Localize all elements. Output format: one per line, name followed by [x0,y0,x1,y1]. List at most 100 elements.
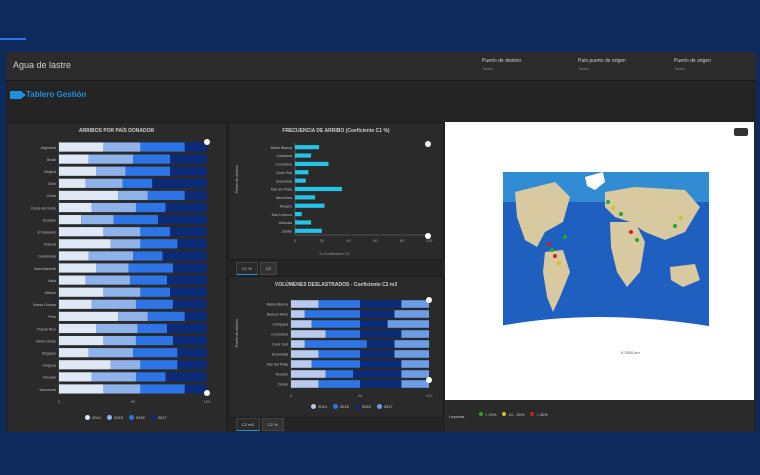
filter-label: País puerto de origen [578,58,626,64]
category-label: Rosario [280,204,292,208]
tab-c2-m3[interactable]: C2 m3 [236,418,260,431]
bar [360,310,395,318]
x-axis-title: % Coeficiente C1 [319,251,350,256]
range-handle-bottom[interactable] [204,390,210,396]
bar [291,300,319,308]
port-marker [679,216,683,220]
port-marker [606,200,610,204]
bar [304,310,360,318]
category-label: Ecuador [43,218,57,222]
category-label: El Salvador [38,231,57,235]
port-marker [550,248,554,252]
bar [128,263,173,273]
bar [59,323,96,334]
bar [59,311,119,321]
tick-label: 0 [294,238,297,243]
legend-item: 2016 [128,415,145,420]
filter-destination-port[interactable]: Puerto de destino Todos [482,58,521,71]
tab-c2[interactable]: C2 [259,262,277,275]
range-handle-top[interactable] [204,139,210,145]
world-map[interactable] [445,122,754,400]
tick-label: 100 [204,399,211,404]
bar [291,320,312,328]
top-banner [0,0,760,52]
bar [133,348,178,358]
bar [140,239,178,249]
filter-origin-country[interactable]: País puerto de origen Todos [578,58,626,71]
bar [59,384,104,394]
bar [295,228,322,233]
filter-value: Todos [674,66,685,71]
bar [291,350,319,358]
tab-c2-pct[interactable]: C2 % [261,418,284,431]
map-legend: Leyenda < 10% 10 - 30% > 30% [445,400,754,432]
bar [295,186,342,192]
category-label: Ensenada [276,179,292,183]
bar [140,287,170,297]
bar [360,320,388,328]
category-label: Brasil [47,158,56,162]
legend-item-high: > 30% [530,412,548,417]
category-label: Dock Sud [272,343,288,347]
category-label: México [45,291,56,295]
bar [318,350,360,358]
bar [401,330,429,338]
bar [88,348,133,358]
bar [133,154,170,164]
filter-origin-port[interactable]: Puerto de origen Todos [674,58,711,71]
port-marker [547,242,551,246]
category-label: Francia [44,243,56,247]
category-label: Italia [48,279,56,283]
range-handle-bottom[interactable] [426,377,432,383]
category-label: Zárate [282,229,292,233]
bar [295,220,312,225]
bar [147,190,185,201]
chart-arrival-frequency: Bahía Blanca Campana Comodoro Dock Sud Ensen… [271,143,433,243]
bar [88,154,133,164]
bar [401,300,429,308]
range-handle-bottom[interactable] [425,233,431,239]
bar [59,275,86,285]
legend-title: Leyenda [449,414,465,419]
bar [140,360,178,370]
legend-swatch [530,412,535,416]
bar [291,340,305,348]
bar [91,372,136,382]
bar [59,215,82,225]
legend-label: 2016 [135,415,145,420]
legend-label: < 10% [485,412,497,417]
bar [88,251,133,261]
app-window: Agua de lastre Puerto de destino Todos P… [6,52,756,434]
range-handle-top[interactable] [426,297,432,303]
category-label: Comodoro [271,333,288,337]
category-label: Puerto Rico [37,327,56,331]
category-label: Rosario [276,373,288,377]
port-marker [629,230,633,234]
legend-swatch [311,404,316,409]
legend-swatch [376,404,382,409]
bar [311,360,360,368]
category-label: Nueva Guinea [33,303,56,307]
bar [125,166,170,176]
top-banner-accent [0,38,26,40]
legend-label: 2015 [113,415,123,420]
bar [110,239,141,249]
chart-legend: 2014 2015 2016 2017 [85,415,167,420]
bar [140,384,185,394]
bar [295,178,306,183]
tick-label: 40 [346,238,351,243]
bar [165,372,207,382]
bar [170,166,207,176]
bar [304,340,367,348]
range-handle-top[interactable] [425,141,431,147]
bar [122,178,153,188]
bar [59,239,111,249]
category-label: Ushuaia [279,221,292,225]
legend-swatch [354,404,360,409]
bar [295,153,312,158]
legend-label: 2017 [383,404,393,409]
tab-c1[interactable]: C1 % [236,262,258,275]
bar [318,300,360,308]
map-panel[interactable]: 0 2500 km [445,122,754,400]
bar [59,166,96,176]
